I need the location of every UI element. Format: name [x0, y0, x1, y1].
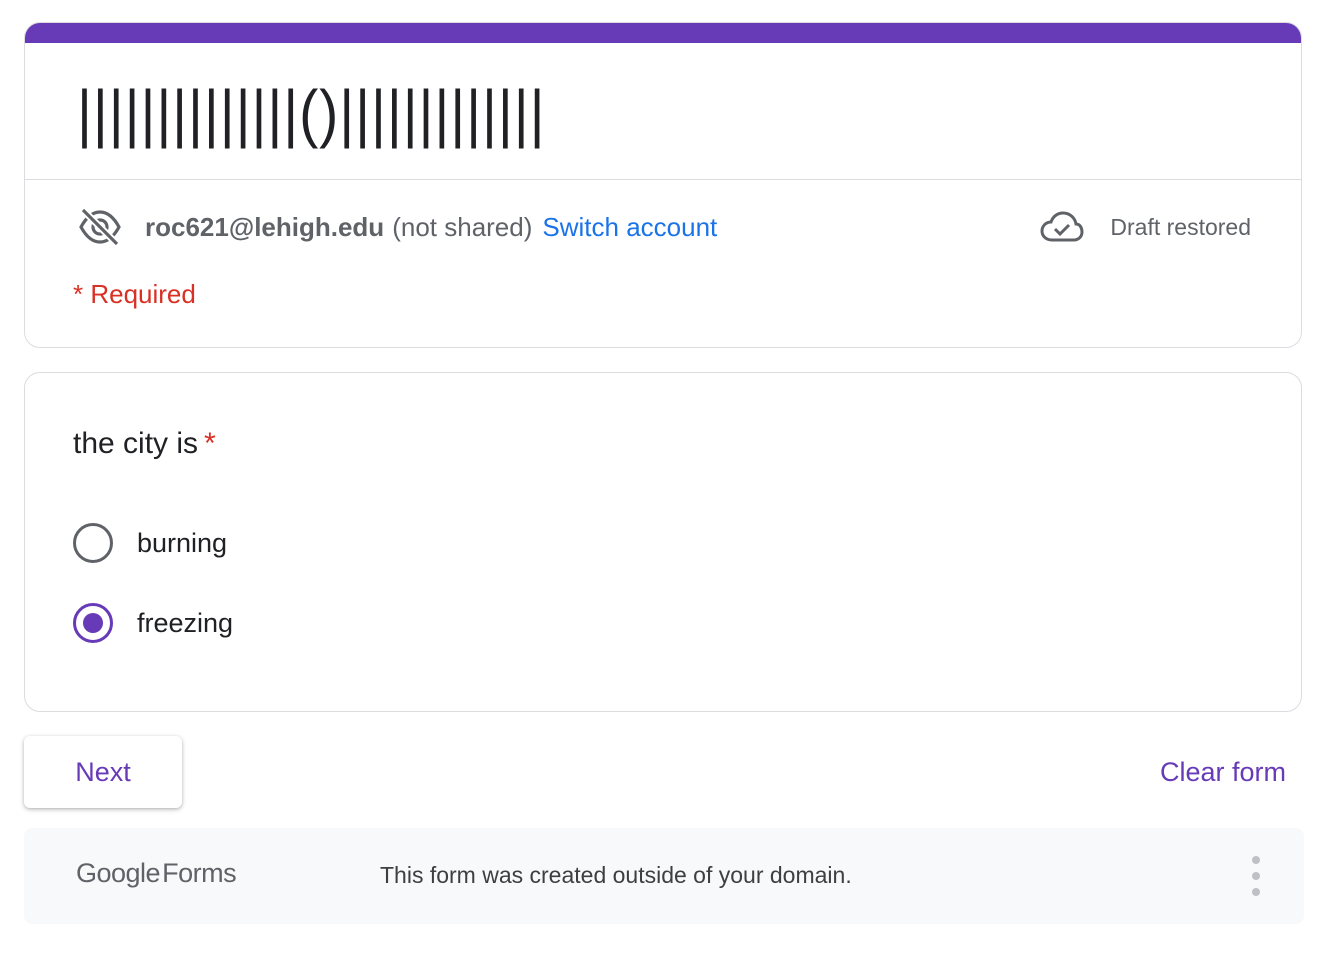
clear-form-button[interactable]: Clear form — [1160, 746, 1286, 798]
logo-google-text: Google — [76, 858, 161, 888]
eye-off-icon — [77, 207, 123, 247]
question-title-text: the city is — [73, 427, 199, 460]
required-note: * Required — [73, 279, 196, 309]
form-page: ||||||||||||||()||||||||||||| roc621@leh… — [0, 0, 1328, 962]
option-label: burning — [137, 527, 228, 558]
header-accent-band — [25, 23, 1301, 43]
account-row: roc621@lehigh.edu (not shared) Switch ac… — [77, 207, 1251, 247]
draft-status-text: Draft restored — [1110, 213, 1251, 240]
form-header-card: ||||||||||||||()||||||||||||| roc621@leh… — [24, 22, 1302, 348]
more-vert-icon[interactable] — [1246, 856, 1266, 896]
question-required-star: * — [204, 427, 216, 460]
account-email: roc621@lehigh.edu — [145, 211, 385, 242]
option-freezing[interactable]: freezing — [73, 603, 233, 643]
footer-bar: GoogleForms This form was created outsid… — [24, 828, 1304, 924]
cloud-check-icon — [1040, 211, 1084, 242]
domain-notice: This form was created outside of your do… — [380, 862, 852, 888]
draft-status: Draft restored — [1040, 210, 1251, 244]
option-burning[interactable]: burning — [73, 523, 227, 563]
switch-account-link[interactable]: Switch account — [542, 212, 717, 243]
question-card: the city is * burning freezing — [24, 372, 1302, 712]
question-title: the city is * — [73, 427, 216, 461]
radio-freezing[interactable] — [73, 603, 113, 643]
form-title: ||||||||||||||()||||||||||||| — [77, 77, 546, 149]
logo-forms-text: Forms — [162, 858, 237, 888]
google-forms-logo[interactable]: GoogleForms — [76, 858, 237, 889]
menu-dot — [1252, 888, 1260, 896]
menu-dot — [1252, 856, 1260, 864]
header-divider — [25, 179, 1301, 180]
option-label: freezing — [137, 607, 234, 638]
account-not-shared-note: (not shared) — [392, 211, 533, 242]
next-button[interactable]: Next — [24, 736, 182, 808]
menu-dot — [1252, 872, 1260, 880]
radio-burning[interactable] — [73, 523, 113, 563]
